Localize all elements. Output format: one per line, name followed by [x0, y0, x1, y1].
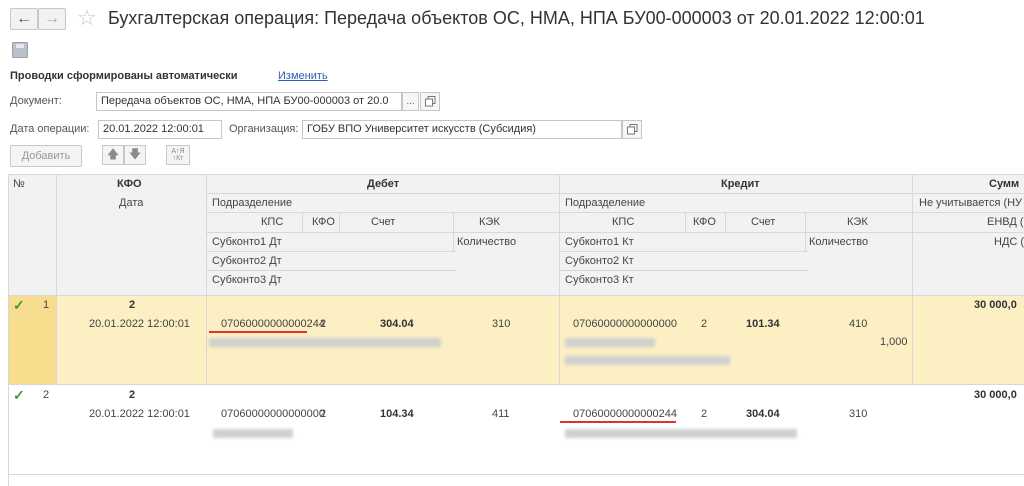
debit-kps-header: КПС: [261, 216, 284, 228]
debit-kps: 07060000000000000: [221, 408, 326, 420]
sub3-kt-header: Субконто3 Кт: [565, 274, 634, 286]
credit-kps-header: КПС: [612, 216, 635, 228]
arrow-right-icon: →: [44, 10, 60, 27]
credit-kek: 310: [849, 408, 868, 420]
sub3-dt-header: Субконто3 Дт: [212, 274, 282, 286]
red-underline: [209, 331, 307, 333]
credit-qty-header: Количество: [809, 236, 869, 248]
document-label: Документ:: [10, 95, 62, 107]
back-button[interactable]: ←: [10, 8, 38, 30]
not-counted-header: Не учитывается (НУ: [919, 197, 1023, 209]
sum-header: Сумм: [989, 178, 1020, 190]
redacted-text: [213, 429, 293, 438]
row-date: 20.01.2022 12:00:01: [89, 318, 190, 330]
redacted-text: [209, 338, 441, 347]
organization-open-button[interactable]: [622, 120, 642, 139]
organization-label: Организация:: [229, 123, 299, 135]
credit-account-header: Счет: [751, 216, 776, 228]
credit-dept-header: Подразделение: [565, 197, 646, 209]
debit-account-header: Счет: [371, 216, 396, 228]
row-number: 1: [43, 299, 50, 311]
credit-header: Кредит: [721, 178, 760, 190]
table-row[interactable]: [9, 385, 1024, 486]
row-sum: 30 000,0: [974, 299, 1017, 311]
credit-account: 304.04: [746, 408, 780, 420]
redacted-text: [565, 356, 730, 365]
change-link[interactable]: Изменить: [278, 70, 328, 82]
col-num-header: №: [13, 178, 25, 190]
move-up-button[interactable]: 🡅: [102, 145, 124, 165]
check-icon: ✓: [13, 297, 25, 313]
redacted-text: [565, 338, 655, 347]
credit-kfo: 2: [701, 318, 708, 330]
debit-kps: 07060000000000244: [221, 318, 326, 330]
credit-account: 101.34: [746, 318, 780, 330]
debit-qty-header: Количество: [457, 236, 517, 248]
arrow-down-icon: 🡇: [128, 146, 142, 161]
sort-icon[interactable]: А↑Я ↑Кт: [166, 145, 190, 165]
quantity: 1,000: [880, 336, 908, 348]
auto-generated-note: Проводки сформированы автоматически: [10, 70, 238, 82]
row-kfo: 2: [129, 299, 136, 311]
col-date-header: Дата: [119, 197, 144, 209]
debit-kfo: 2: [320, 318, 327, 330]
debit-kfo: 2: [320, 408, 327, 420]
favorite-star-icon[interactable]: ☆: [77, 5, 97, 31]
document-field[interactable]: Передача объектов ОС, НМА, НПА БУ00-0000…: [96, 92, 402, 111]
move-down-button[interactable]: 🡇: [124, 145, 146, 165]
debit-kek: 310: [492, 318, 511, 330]
credit-kfo-header: КФО: [693, 216, 716, 228]
row-date: 20.01.2022 12:00:01: [89, 408, 190, 420]
red-underline: [560, 421, 676, 423]
save-icon[interactable]: [12, 42, 28, 58]
add-button[interactable]: Добавить: [10, 145, 82, 167]
envd-header: ЕНВД (НУ: [987, 216, 1024, 228]
credit-kek: 410: [849, 318, 868, 330]
debit-account: 104.34: [380, 408, 414, 420]
table-row[interactable]: [9, 296, 1024, 385]
credit-kek-header: КЭК: [847, 216, 868, 228]
page-title: Бухгалтерская операция: Передача объекто…: [108, 8, 925, 28]
credit-kps: 07060000000000244: [573, 408, 678, 420]
debit-kek: 411: [492, 408, 510, 420]
organization-field[interactable]: ГОБУ ВПО Университет искусств (Субсидия): [302, 120, 622, 139]
debit-kfo-header: КФО: [312, 216, 335, 228]
document-select-button[interactable]: ...: [402, 92, 419, 111]
copy-icon: [424, 96, 435, 107]
col-kfo-header: КФО: [117, 178, 142, 190]
sub1-dt-header: Субконто1 Дт: [212, 236, 282, 248]
debit-header: Дебет: [367, 178, 400, 190]
vat-header: НДС (НУ: [994, 236, 1024, 248]
redacted-text: [565, 429, 797, 438]
credit-kfo: 2: [701, 408, 708, 420]
entries-table: № КФО Дата Дебет Подразделение КПС КФО С…: [8, 174, 1024, 486]
sub1-kt-header: Субконто1 Кт: [565, 236, 634, 248]
forward-button[interactable]: →: [38, 8, 66, 30]
credit-kps: 07060000000000000: [573, 318, 678, 330]
date-label: Дата операции:: [10, 123, 90, 135]
row-sum: 30 000,0: [974, 389, 1017, 401]
document-open-button[interactable]: [420, 92, 440, 111]
row-number: 2: [43, 389, 50, 401]
copy-icon: [626, 124, 637, 135]
sub2-dt-header: Субконто2 Дт: [212, 255, 282, 267]
window-titlebar: ← → ☆ Бухгалтерская операция: Передача о…: [0, 0, 1024, 38]
row-kfo: 2: [129, 389, 136, 401]
debit-kek-header: КЭК: [479, 216, 500, 228]
sub2-kt-header: Субконто2 Кт: [565, 255, 634, 267]
debit-dept-header: Подразделение: [212, 197, 293, 209]
date-field[interactable]: 20.01.2022 12:00:01: [98, 120, 222, 139]
arrow-up-icon: 🡅: [106, 146, 120, 161]
arrow-left-icon: ←: [16, 10, 32, 27]
check-icon: ✓: [13, 387, 25, 403]
debit-account: 304.04: [380, 318, 414, 330]
